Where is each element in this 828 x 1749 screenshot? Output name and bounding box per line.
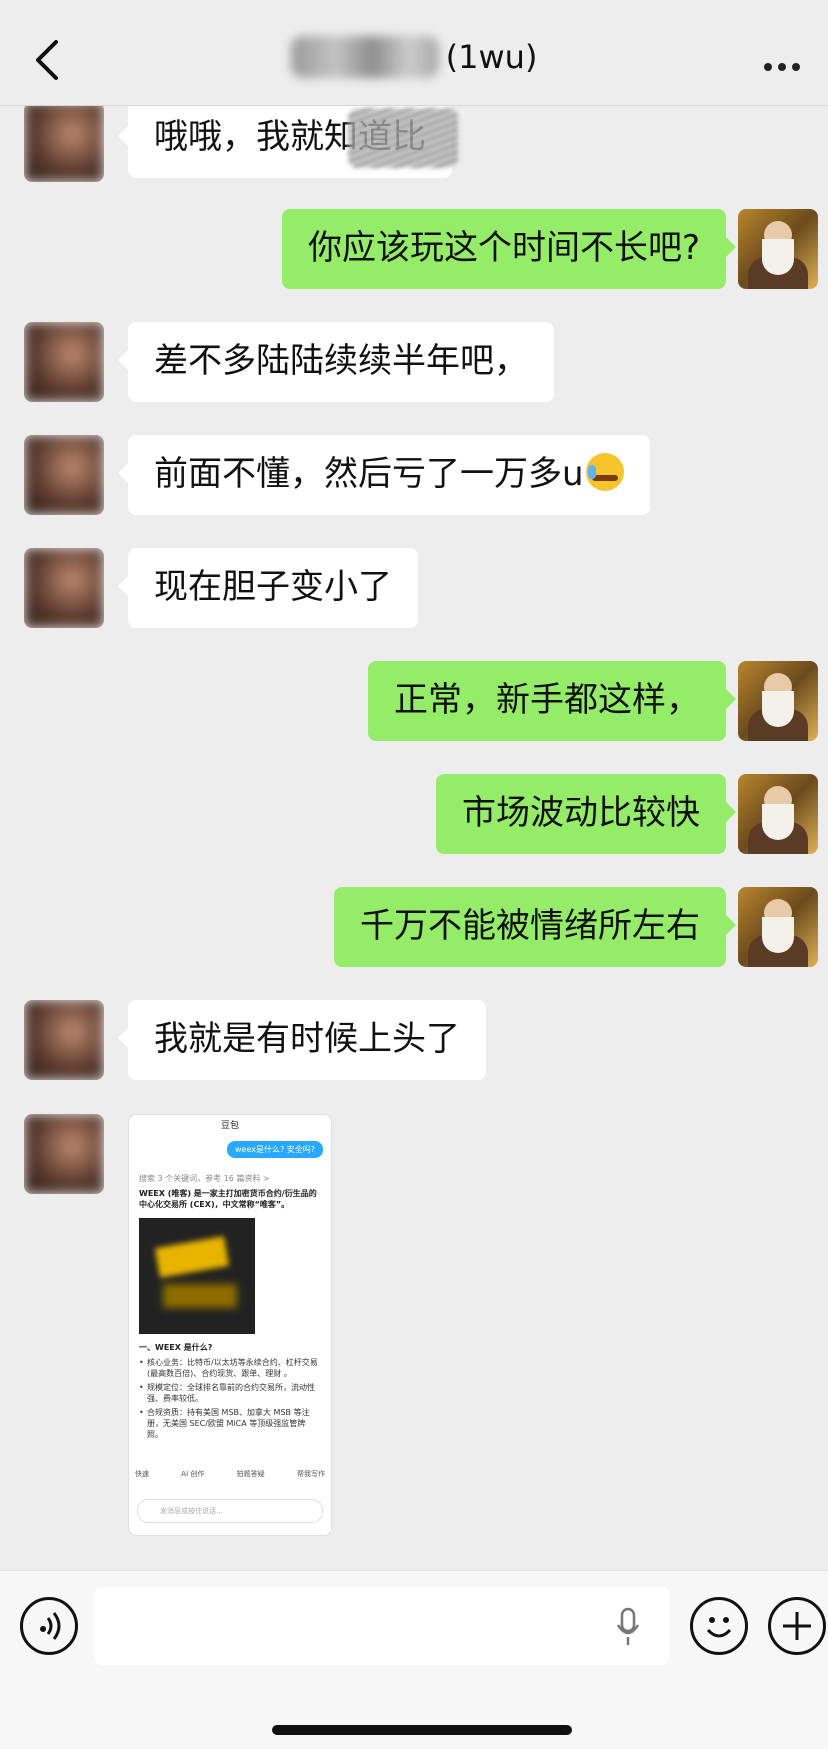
- microphone-icon[interactable]: [616, 1607, 640, 1647]
- message-text: 前面不懂，然后亏了一万多u: [154, 454, 584, 494]
- message-text: 差不多陆陆续续半年吧，: [154, 341, 528, 381]
- screenshot-app-title: 豆包: [220, 1121, 239, 1131]
- avatar[interactable]: [24, 1114, 104, 1194]
- image-message[interactable]: 豆包 weex是什么? 安全吗? 搜索 3 个关键词，参考 16 篇资料 > W…: [128, 1114, 332, 1536]
- screenshot-bullet: 核心业务：比特币/以太坊等永续合约、杠杆交易 (最高数百倍)、合约现货、跟单、理…: [139, 1357, 321, 1379]
- chat-title: (1wu): [0, 36, 828, 78]
- message-input[interactable]: [94, 1587, 670, 1665]
- smiley-icon[interactable]: [690, 1597, 748, 1655]
- screenshot-search-meta: 搜索 3 个关键词，参考 16 篇资料 >: [139, 1174, 270, 1183]
- avatar[interactable]: [738, 887, 818, 967]
- screenshot-bullet: 规模定位：全球排名靠前的合约交易所，流动性强、费率较低。: [139, 1382, 321, 1404]
- message-bubble[interactable]: 现在胆子变小了: [118, 548, 418, 628]
- voice-icon[interactable]: [20, 1597, 78, 1655]
- crying-laughing-emoji-icon: [585, 453, 624, 491]
- screenshot-input-placeholder: 发消息或按住说话...: [137, 1499, 323, 1523]
- message-bubble[interactable]: 正常，新手都这样，: [368, 661, 736, 741]
- message-text: 现在胆子变小了: [154, 567, 392, 607]
- screenshot-tool: 快速: [135, 1470, 149, 1478]
- redaction-scribble: [348, 108, 458, 168]
- message-text: 正常，新手都这样，: [394, 680, 700, 720]
- chat-area[interactable]: 哦哦，我就知道比 你应该玩这个时间不长吧? 差不多陆陆续续半年吧， 前面不懂，然…: [0, 0, 828, 1570]
- chat-header: (1wu): [0, 0, 828, 106]
- weex-logo-image: [139, 1218, 255, 1334]
- avatar[interactable]: [24, 548, 104, 628]
- avatar[interactable]: [738, 661, 818, 741]
- message-bubble[interactable]: 千万不能被情绪所左右: [334, 887, 736, 967]
- avatar[interactable]: [24, 322, 104, 402]
- avatar[interactable]: [24, 1000, 104, 1080]
- screenshot-tool: 拍题答疑: [236, 1470, 265, 1478]
- message-text: 我就是有时候上头了: [154, 1019, 460, 1059]
- screenshot-heading: 一、WEEX 是什么?: [139, 1343, 213, 1352]
- message-bubble[interactable]: 前面不懂，然后亏了一万多u: [118, 435, 650, 515]
- message-text: 市场波动比较快: [462, 793, 700, 833]
- screenshot-answer: 搜索 3 个关键词，参考 16 篇资料 > WEEX (唯客) 是一家主打加密货…: [139, 1173, 321, 1443]
- message-bubble[interactable]: 我就是有时候上头了: [118, 1000, 486, 1080]
- screenshot-topbar: 豆包: [129, 1115, 331, 1141]
- screenshot-lead-text: WEEX (唯客) 是一家主打加密货币合约/衍生品的中心化交易所 (CEX)，中…: [139, 1189, 317, 1209]
- avatar[interactable]: [738, 209, 818, 289]
- message-bubble[interactable]: 市场波动比较快: [436, 774, 736, 854]
- message-bubble[interactable]: 差不多陆陆续续半年吧，: [118, 322, 554, 402]
- more-dots-icon[interactable]: [764, 56, 806, 71]
- screenshot-tool: AI 创作: [181, 1470, 205, 1478]
- redacted-name: [290, 36, 439, 78]
- message-text: 千万不能被情绪所左右: [360, 906, 700, 946]
- screenshot-tool: 帮我写作: [296, 1470, 325, 1478]
- home-indicator[interactable]: [272, 1725, 572, 1735]
- avatar[interactable]: [738, 774, 818, 854]
- input-bar: [0, 1570, 828, 1749]
- chat-title-suffix: (1wu): [445, 38, 538, 76]
- avatar[interactable]: [24, 435, 104, 515]
- screenshot-toolbar: 快速 AI 创作 拍题答疑 帮我写作: [135, 1469, 325, 1480]
- screenshot-question-bubble: weex是什么? 安全吗?: [226, 1141, 323, 1158]
- screenshot-bullet: 合规资质：持有美国 MSB、加拿大 MSB 等注册，无美国 SEC/欧盟 MiC…: [139, 1407, 321, 1440]
- avatar[interactable]: [24, 102, 104, 182]
- message-bubble[interactable]: 哦哦，我就知道比: [118, 98, 458, 178]
- message-bubble[interactable]: 你应该玩这个时间不长吧?: [281, 209, 737, 289]
- plus-icon[interactable]: [768, 1597, 826, 1655]
- message-text: 你应该玩这个时间不长吧?: [307, 228, 700, 268]
